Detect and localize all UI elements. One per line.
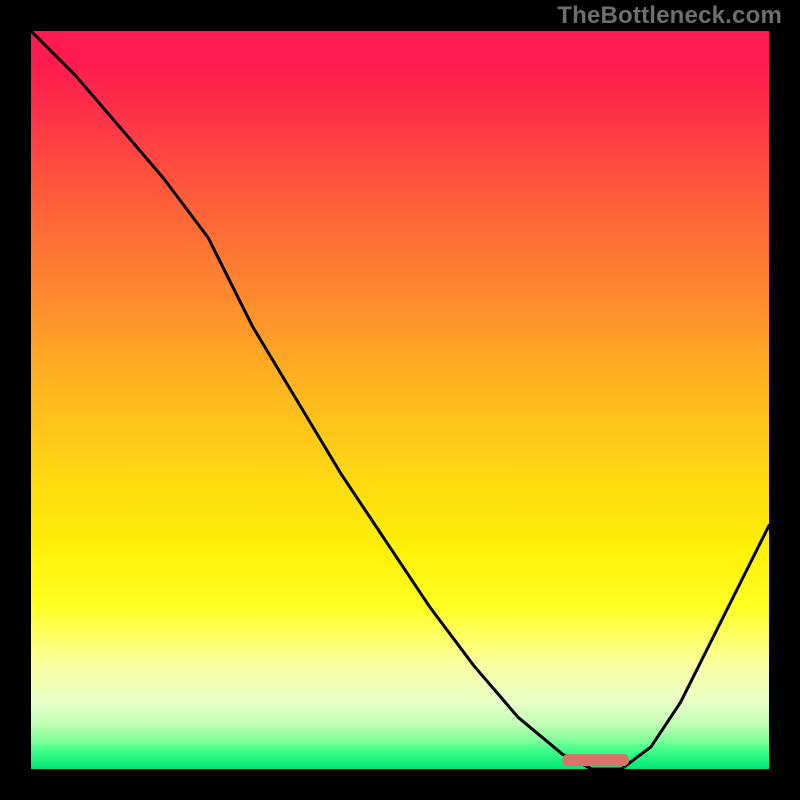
chart-svg (31, 31, 769, 769)
chart-frame: TheBottleneck.com (0, 0, 800, 800)
curve-path (31, 31, 769, 769)
minimum-marker (562, 754, 628, 766)
plot-area (31, 31, 769, 769)
attribution-label: TheBottleneck.com (557, 2, 782, 30)
